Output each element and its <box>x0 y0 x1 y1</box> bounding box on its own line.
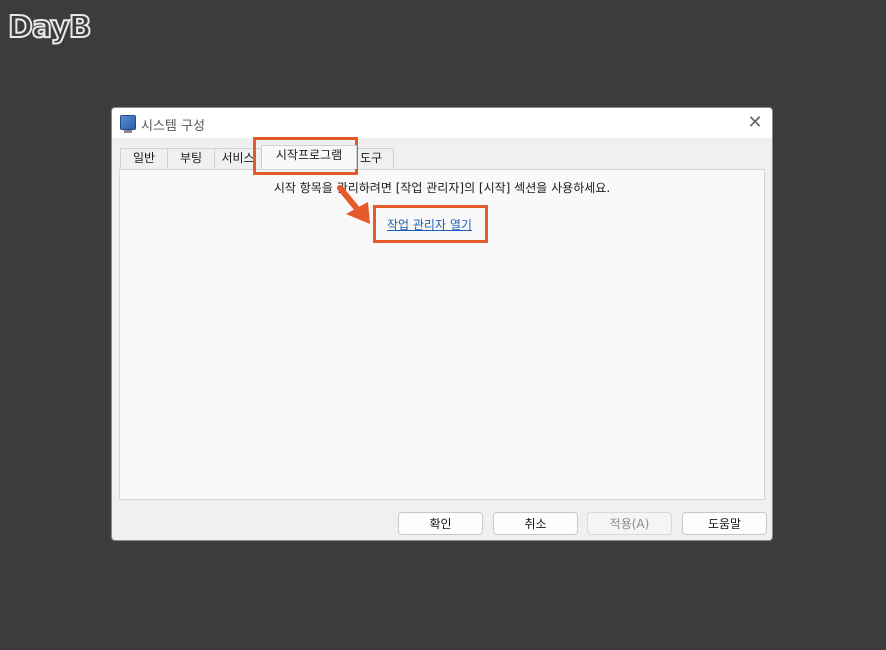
window-title: 시스템 구성 <box>141 119 205 134</box>
task-manager-link-highlight <box>373 205 488 243</box>
cancel-button[interactable]: 취소 <box>493 512 578 535</box>
close-icon: ✕ <box>747 112 763 133</box>
apply-button[interactable]: 적용(A) <box>587 512 672 535</box>
annotation-arrow-icon <box>337 185 370 224</box>
title-bar: 시스템 구성 ✕ <box>112 108 772 138</box>
tab-general[interactable]: 일반 <box>120 148 168 168</box>
system-config-icon <box>120 115 136 133</box>
startup-info-text: 시작 항목을 관리하려면 [작업 관리자]의 [시작] 섹션을 사용하세요. <box>273 181 611 195</box>
system-configuration-dialog: 시스템 구성 ✕ 일반 부팅 서비스 도구 시작프로그램 시작 항목을 관리하려… <box>111 107 773 541</box>
logo: DayB <box>7 9 93 46</box>
close-button[interactable]: ✕ <box>744 112 766 134</box>
tab-boot[interactable]: 부팅 <box>167 148 215 168</box>
tab-startup[interactable]: 시작프로그램 <box>261 145 357 169</box>
ok-button[interactable]: 확인 <box>398 512 483 535</box>
help-button[interactable]: 도움말 <box>682 512 767 535</box>
